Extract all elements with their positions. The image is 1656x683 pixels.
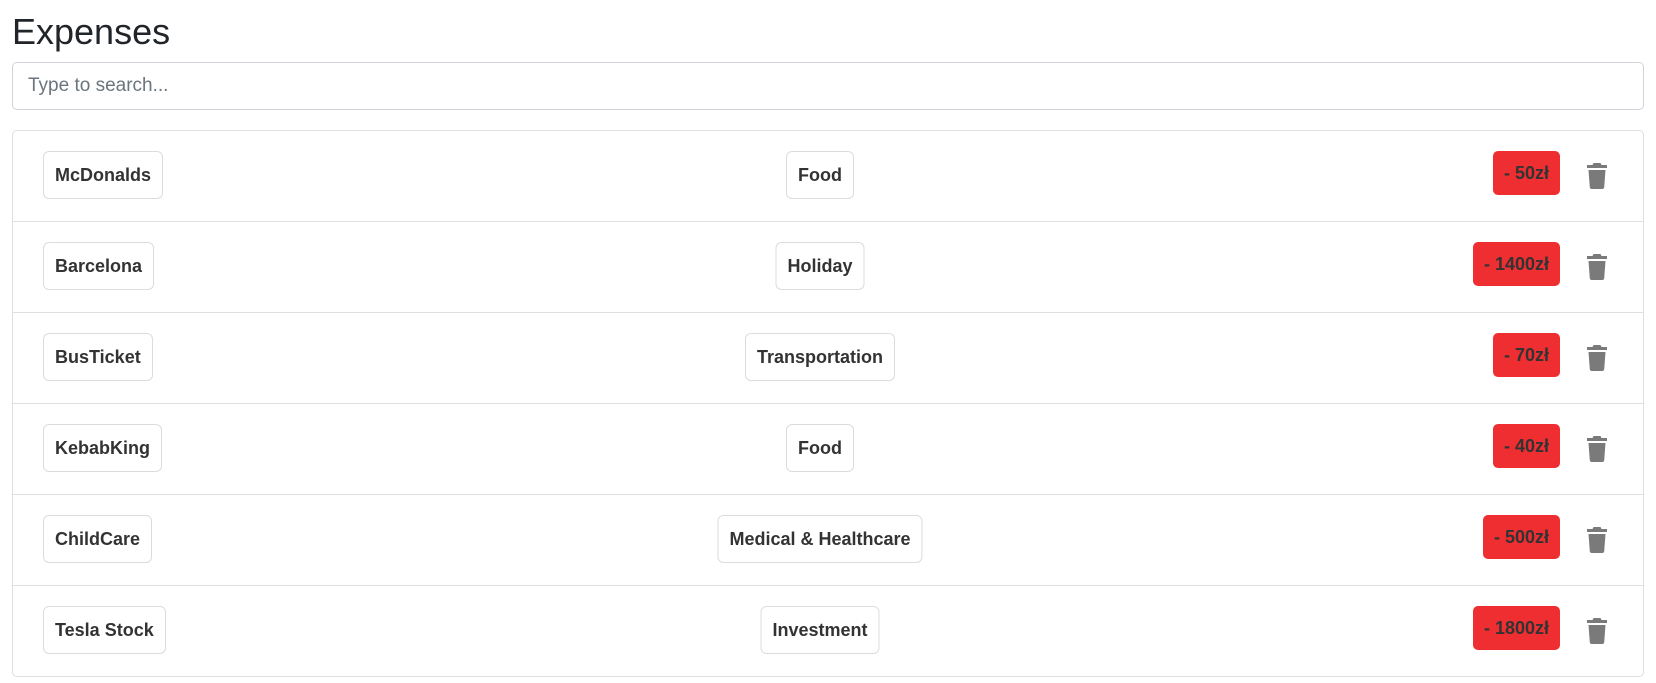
expense-name: KebabKing: [43, 424, 163, 472]
expense-category: Food: [786, 424, 854, 472]
expense-name: Barcelona: [43, 242, 155, 290]
expense-category: Holiday: [775, 242, 865, 290]
expense-amount-badge: - 40zł: [1492, 424, 1560, 468]
expense-list: McDonalds Food - 50zł Barcelona Holiday …: [12, 130, 1644, 677]
expense-category: Food: [786, 151, 854, 199]
expense-amount-badge: - 1400zł: [1472, 242, 1560, 286]
trash-icon[interactable]: [1587, 527, 1607, 553]
expense-row: McDonalds Food - 50zł: [13, 131, 1643, 222]
expense-amount-badge: - 1800zł: [1472, 606, 1560, 650]
expense-name: McDonalds: [43, 151, 164, 199]
expense-amount-badge: - 500zł: [1482, 515, 1560, 559]
expense-name: BusTicket: [43, 333, 153, 381]
expense-row: KebabKing Food - 40zł: [13, 404, 1643, 495]
trash-icon[interactable]: [1587, 163, 1607, 189]
expense-row: ChildCare Medical & Healthcare - 500zł: [13, 495, 1643, 586]
expense-category: Transportation: [744, 333, 896, 381]
expense-category: Investment: [760, 606, 880, 654]
expense-name: Tesla Stock: [43, 606, 166, 654]
expense-category: Medical & Healthcare: [717, 515, 923, 563]
search-input[interactable]: [12, 62, 1644, 110]
expense-row: Tesla Stock Investment - 1800zł: [13, 586, 1643, 676]
expense-row: BusTicket Transportation - 70zł: [13, 313, 1643, 404]
expense-amount-badge: - 70zł: [1492, 333, 1560, 377]
trash-icon[interactable]: [1587, 436, 1607, 462]
expense-row: Barcelona Holiday - 1400zł: [13, 222, 1643, 313]
expense-name: ChildCare: [43, 515, 153, 563]
trash-icon[interactable]: [1587, 345, 1607, 371]
expense-amount-badge: - 50zł: [1492, 151, 1560, 195]
trash-icon[interactable]: [1587, 254, 1607, 280]
trash-icon[interactable]: [1587, 618, 1607, 644]
page-title: Expenses: [12, 11, 171, 52]
